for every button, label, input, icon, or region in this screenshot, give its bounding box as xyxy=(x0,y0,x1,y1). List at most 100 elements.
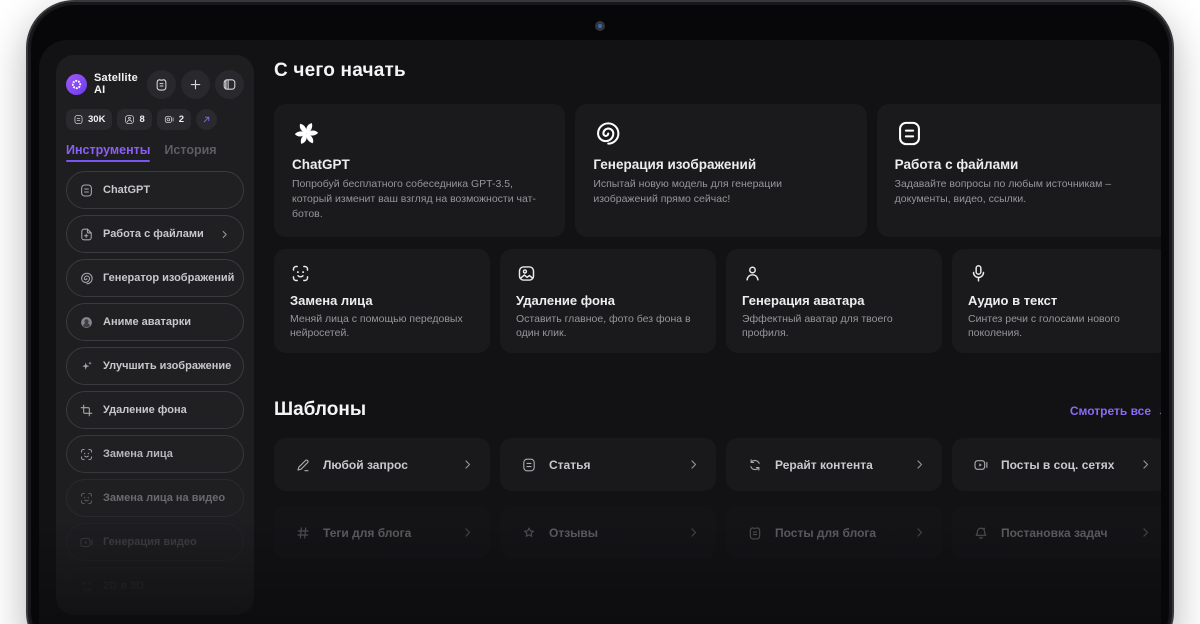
sidebar-tool-item[interactable]: Аниме аватарки xyxy=(66,303,244,341)
bell-icon xyxy=(973,525,989,541)
sidebar-tool-item[interactable]: Замена лица xyxy=(66,435,244,473)
card-title: Генерация аватара xyxy=(742,293,926,308)
sidebar: Satellite AI xyxy=(56,55,254,615)
template-grid: Любой запрос Статья Рерайт контента xyxy=(274,438,1161,559)
templates-header: Шаблоны Смотреть все xyxy=(274,399,1161,421)
face-icon xyxy=(79,491,94,506)
sidebar-tool-item[interactable]: Удаление фона xyxy=(66,391,244,429)
brand-name: Satellite AI xyxy=(94,72,142,96)
feature-card[interactable]: Генерация изображений Испытай новую моде… xyxy=(575,104,866,237)
satellite-ai-logo-icon xyxy=(66,74,87,95)
sidebar-tool-item[interactable]: ChatGPT xyxy=(66,171,244,209)
arrow-up-right-icon xyxy=(201,114,212,125)
card-title: Генерация изображений xyxy=(593,157,848,172)
sidebar-tab[interactable]: История xyxy=(164,143,216,162)
template-label: Рерайт контента xyxy=(775,458,873,472)
stat-value: 30K xyxy=(88,114,105,125)
tool-card[interactable]: Аудио в текст Синтез речи с голосами нов… xyxy=(952,249,1161,353)
camera-icon xyxy=(164,114,175,125)
feature-cards: ChatGPT Попробуй бесплатного собеседника… xyxy=(274,104,1161,237)
stat-badge: 30K xyxy=(66,109,112,130)
tool-card[interactable]: Генерация аватара Эффектный аватар для т… xyxy=(726,249,942,353)
template-item[interactable]: Отзывы xyxy=(500,506,716,559)
front-camera-icon xyxy=(595,21,605,31)
tool-label: Работа с файлами xyxy=(103,228,204,240)
video-icon xyxy=(973,457,989,473)
templates-section-title: Шаблоны xyxy=(274,399,366,421)
person-icon xyxy=(742,263,926,284)
template-item[interactable]: Посты в соц. сетях xyxy=(952,438,1161,491)
header-action-button[interactable] xyxy=(181,70,210,99)
stat-value: 2 xyxy=(179,114,184,125)
video-icon xyxy=(79,535,94,550)
template-item[interactable]: Теги для блога xyxy=(274,506,490,559)
chevron-right-icon xyxy=(687,458,700,471)
stats-row: 30K 8 2 xyxy=(66,109,244,130)
notes-icon xyxy=(747,525,763,541)
spiral-icon xyxy=(593,119,848,148)
share-button[interactable] xyxy=(196,109,217,130)
feature-card[interactable]: ChatGPT Попробуй бесплатного собеседника… xyxy=(274,104,565,237)
sidebar-tool-item[interactable]: Замена лица на видео xyxy=(66,479,244,517)
file-plus-icon xyxy=(79,227,94,242)
header-action-button[interactable] xyxy=(215,70,244,99)
template-item[interactable]: Любой запрос xyxy=(274,438,490,491)
refresh-icon xyxy=(79,579,94,594)
template-label: Статья xyxy=(549,458,590,472)
card-description: Попробуй бесплатного собеседника GPT-3.5… xyxy=(292,177,547,223)
template-label: Посты для блога xyxy=(775,526,876,540)
card-title: Замена лица xyxy=(290,293,474,308)
sidebar-tabs: Инструменты История xyxy=(66,143,244,162)
sidebar-tab[interactable]: Инструменты xyxy=(66,143,150,162)
sidebar-tool-item[interactable]: Генерация видео xyxy=(66,523,244,561)
face-icon xyxy=(79,447,94,462)
page: Satellite AI xyxy=(0,0,1200,624)
chevron-right-icon xyxy=(1139,526,1152,539)
chevron-right-icon xyxy=(1139,458,1152,471)
avatar-icon xyxy=(79,315,94,330)
plus-icon xyxy=(188,77,203,92)
start-section-title: С чего начать xyxy=(274,60,1161,82)
arrow-up-right-icon xyxy=(1157,406,1161,417)
chevron-right-icon xyxy=(913,526,926,539)
tab-label: Инструменты xyxy=(66,143,150,157)
panel-icon xyxy=(222,77,237,92)
sidebar-tool-item[interactable]: 2D в 3D xyxy=(66,567,244,605)
template-label: Постановка задач xyxy=(1001,526,1107,540)
sparkle-icon xyxy=(79,359,94,374)
notes-icon xyxy=(154,77,169,92)
sidebar-header: Satellite AI xyxy=(66,68,244,100)
feature-card[interactable]: Работа с файлами Задавайте вопросы по лю… xyxy=(877,104,1161,237)
template-label: Теги для блога xyxy=(323,526,411,540)
refresh-icon xyxy=(747,457,763,473)
template-item[interactable]: Посты для блога xyxy=(726,506,942,559)
see-all-link[interactable]: Смотреть все xyxy=(1070,404,1161,418)
tool-label: Замена лица xyxy=(103,448,173,460)
card-description: Синтез речи с голосами нового поколения. xyxy=(968,312,1152,341)
sidebar-tool-list: ChatGPT Работа с файлами Генератор изобр… xyxy=(66,171,244,605)
template-item[interactable]: Статья xyxy=(500,438,716,491)
tab-label: История xyxy=(164,143,216,157)
sidebar-tool-item[interactable]: Работа с файлами xyxy=(66,215,244,253)
chevron-right-icon xyxy=(913,458,926,471)
sidebar-tool-item[interactable]: Генератор изображений xyxy=(66,259,244,297)
header-action-button[interactable] xyxy=(147,70,176,99)
pencil-icon xyxy=(295,457,311,473)
tool-label: Аниме аватарки xyxy=(103,316,191,328)
tool-card[interactable]: Удаление фона Оставить главное, фото без… xyxy=(500,249,716,353)
chevron-right-icon xyxy=(461,458,474,471)
doc-icon xyxy=(73,114,84,125)
doc-icon xyxy=(79,183,94,198)
template-item[interactable]: Рерайт контента xyxy=(726,438,942,491)
template-item[interactable]: Постановка задач xyxy=(952,506,1161,559)
card-title: ChatGPT xyxy=(292,157,547,172)
see-all-label: Смотреть все xyxy=(1070,404,1151,418)
chevron-right-icon xyxy=(219,229,230,240)
sidebar-tool-item[interactable]: Улучшить изображение xyxy=(66,347,244,385)
template-label: Посты в соц. сетях xyxy=(1001,458,1114,472)
tool-label: Удаление фона xyxy=(103,404,187,416)
star-icon xyxy=(521,525,537,541)
tool-card[interactable]: Замена лица Меняй лица с помощью передов… xyxy=(274,249,490,353)
card-description: Меняй лица с помощью передовых нейросете… xyxy=(290,312,474,341)
stat-badge: 8 xyxy=(117,109,151,130)
